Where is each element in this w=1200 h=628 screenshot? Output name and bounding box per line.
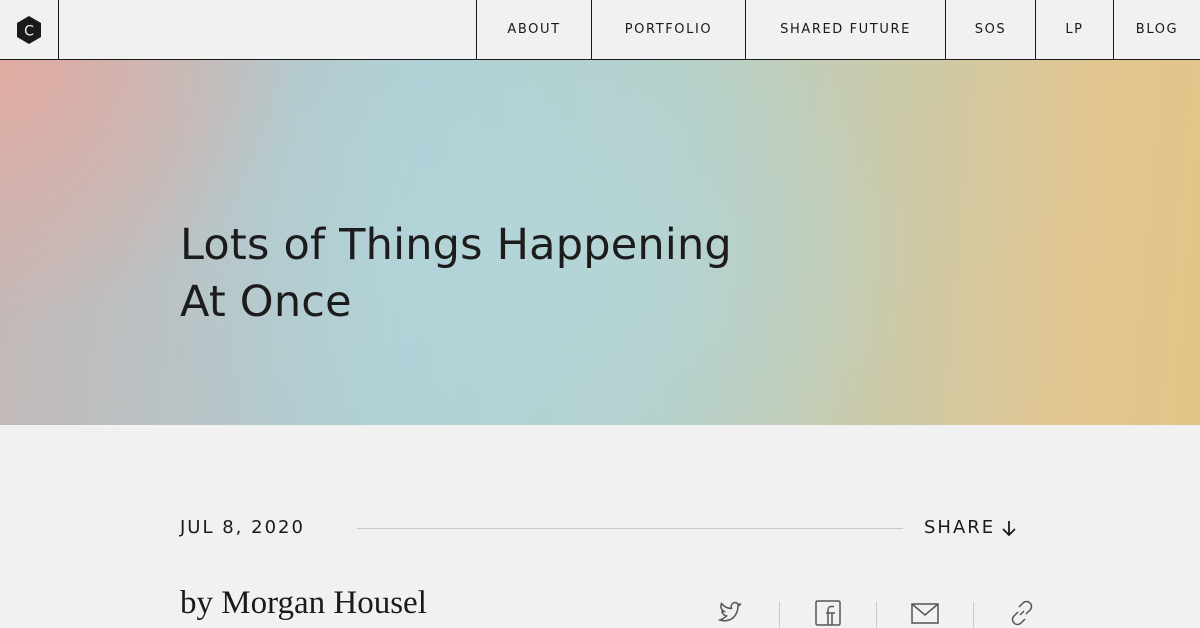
nav-item-sos[interactable]: SOS xyxy=(945,0,1035,59)
logo[interactable]: C xyxy=(0,0,59,59)
share-facebook-button[interactable] xyxy=(797,598,859,628)
nav-item-about[interactable]: ABOUT xyxy=(476,0,591,59)
divider xyxy=(357,528,903,529)
top-nav: C ABOUT PORTFOLIO SHARED FUTURE SOS LP B… xyxy=(0,0,1200,60)
author-byline: by Morgan Housel xyxy=(180,585,427,621)
arrow-down-icon xyxy=(1002,520,1016,536)
share-twitter-button[interactable] xyxy=(700,598,762,628)
email-icon xyxy=(911,603,939,624)
nav-item-portfolio[interactable]: PORTFOLIO xyxy=(591,0,745,59)
facebook-icon xyxy=(815,600,841,626)
twitter-icon xyxy=(717,601,742,622)
logo-letter: C xyxy=(24,23,34,39)
nav-item-blog[interactable]: BLOG xyxy=(1113,0,1200,59)
link-icon xyxy=(1011,600,1033,626)
separator xyxy=(973,602,974,628)
publish-date: JUL 8, 2020 xyxy=(180,517,305,538)
nav-item-shared-future[interactable]: SHARED FUTURE xyxy=(745,0,945,59)
share-email-button[interactable] xyxy=(894,598,956,628)
page-title: Lots of Things Happening At Once xyxy=(180,217,820,331)
share-label: SHARE xyxy=(924,517,996,538)
title-line-1: Lots of Things Happening xyxy=(180,220,732,270)
title-line-2: At Once xyxy=(180,277,352,327)
share-button[interactable]: SHARE xyxy=(924,517,1017,538)
separator xyxy=(876,602,877,628)
nav-item-lp[interactable]: LP xyxy=(1035,0,1113,59)
logo-hexagon-icon: C xyxy=(17,15,41,44)
copy-link-button[interactable] xyxy=(991,598,1053,628)
separator xyxy=(779,602,780,628)
page: C ABOUT PORTFOLIO SHARED FUTURE SOS LP B… xyxy=(0,0,1200,628)
hero-banner: Lots of Things Happening At Once xyxy=(0,60,1200,425)
share-icon-row xyxy=(700,598,1053,628)
